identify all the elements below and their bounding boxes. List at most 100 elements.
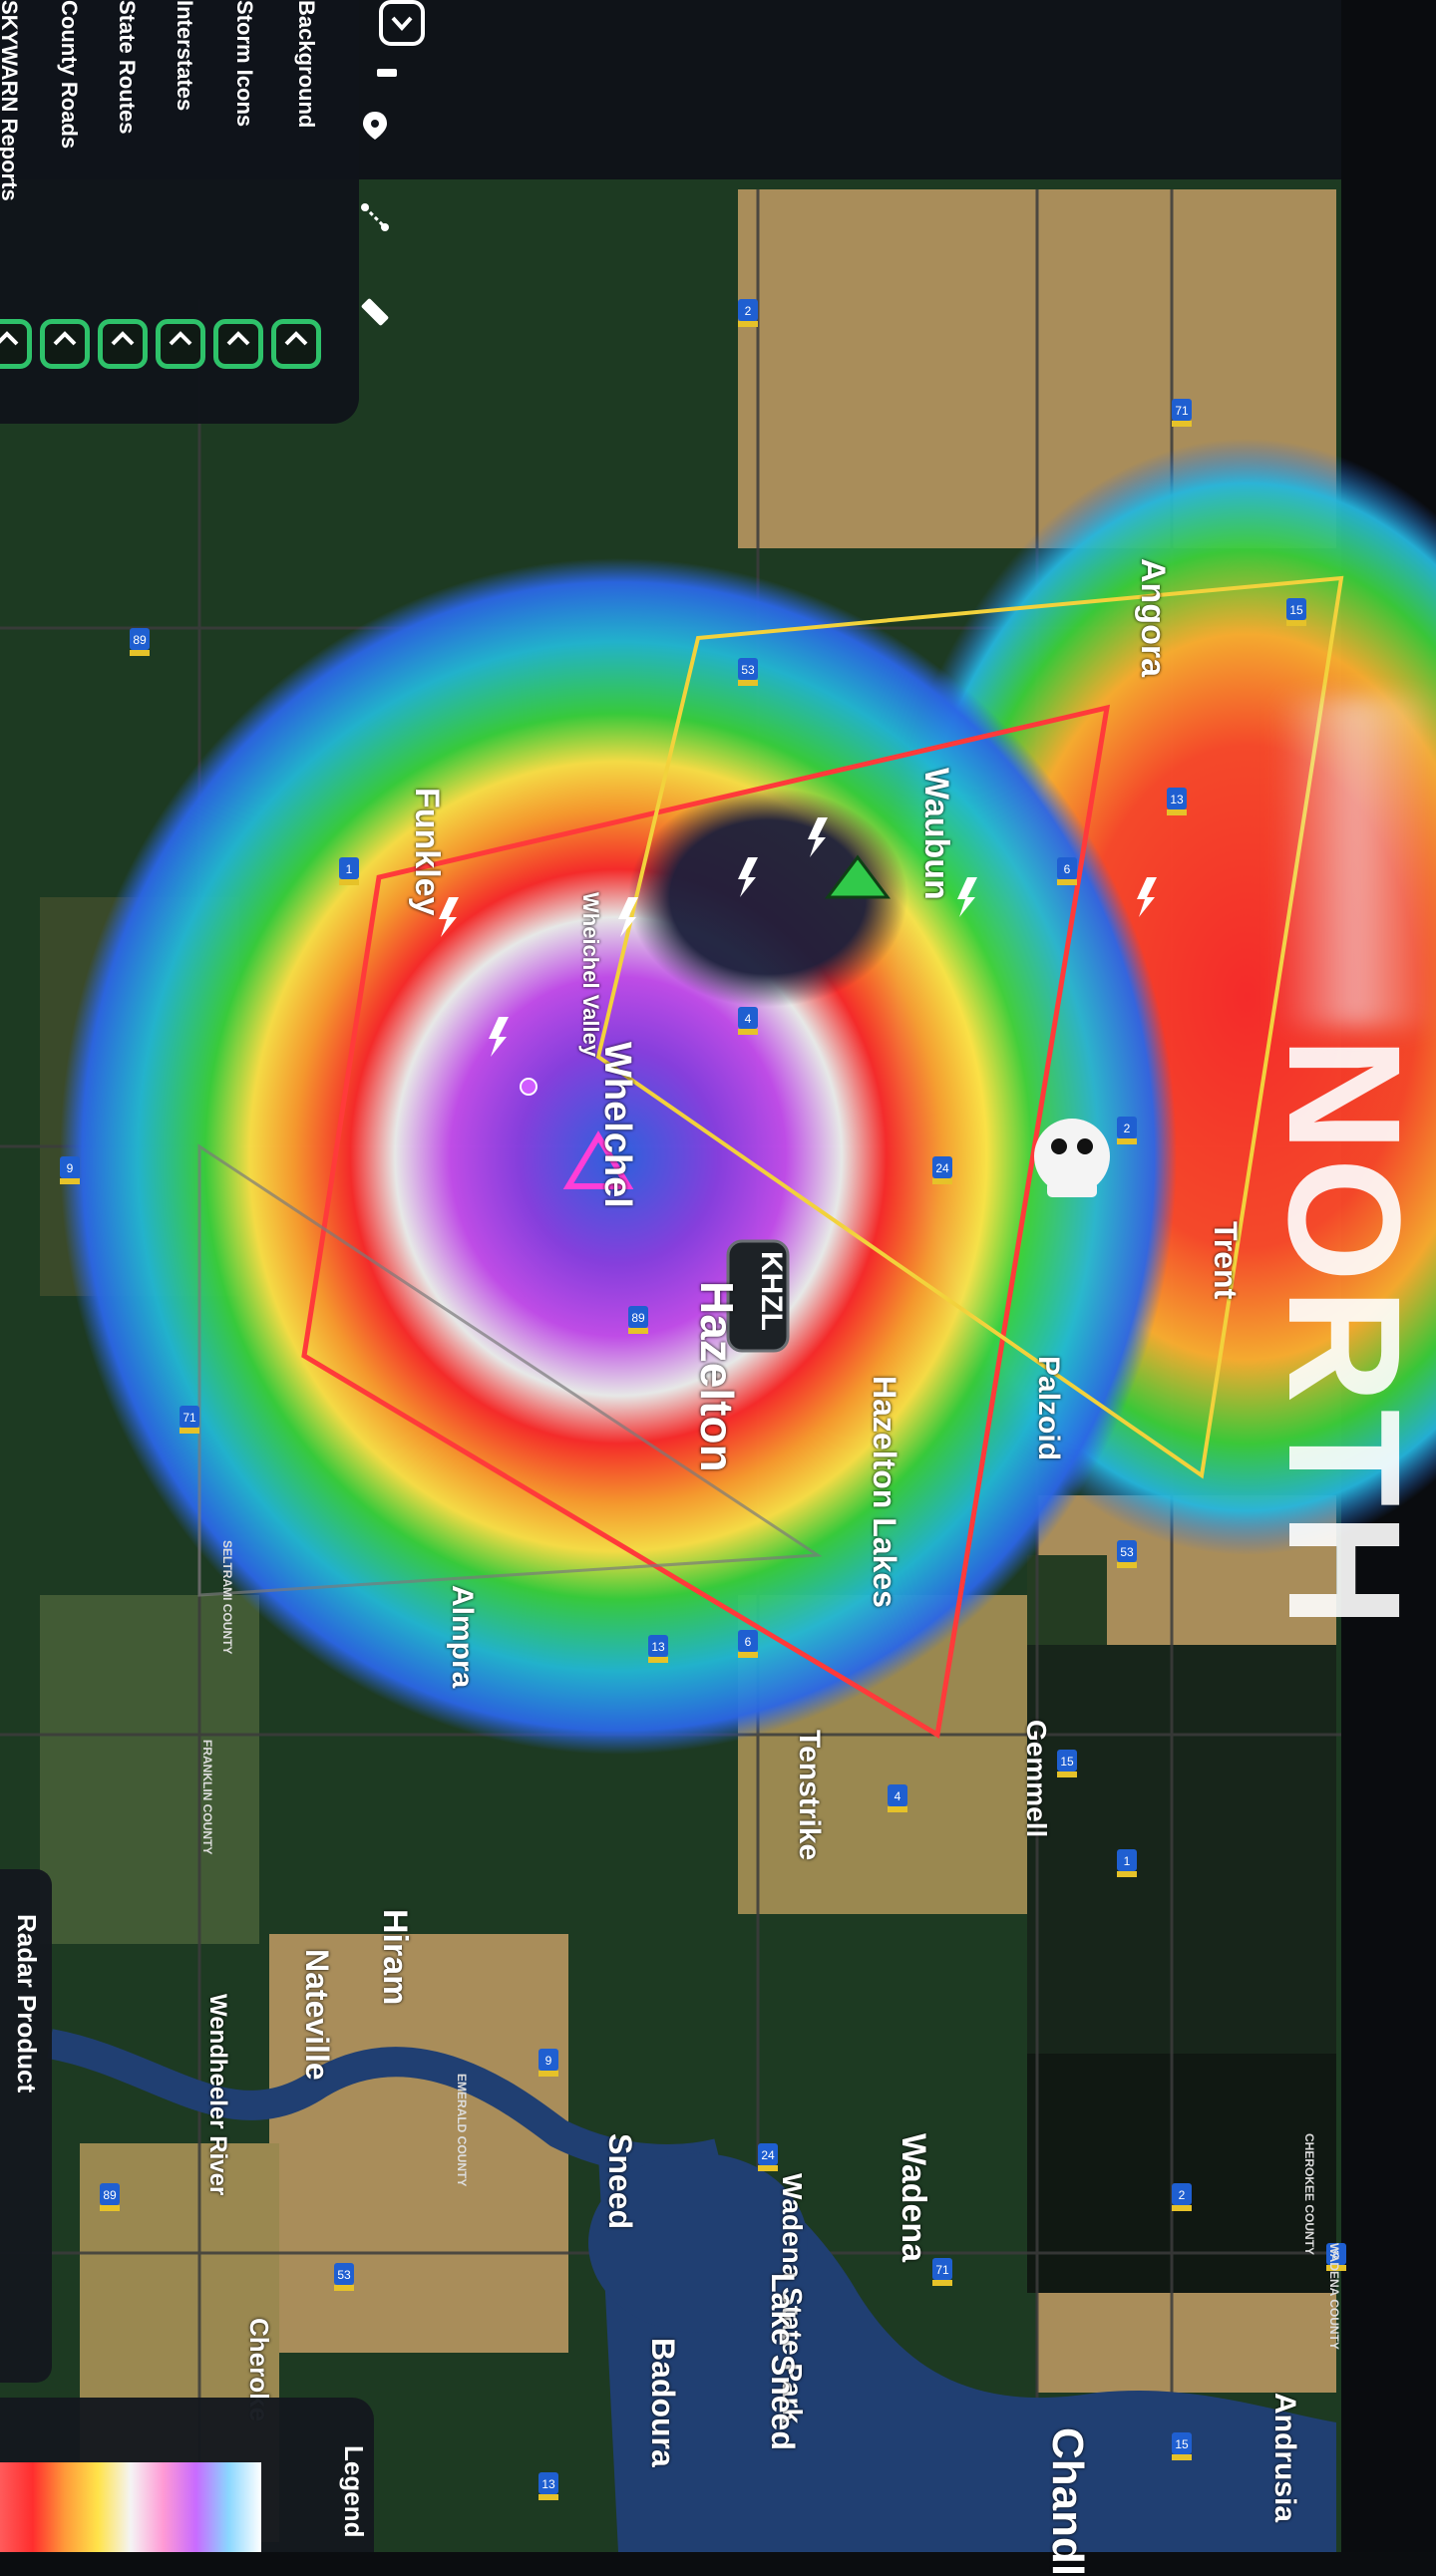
town-label: Whelchel bbox=[596, 1042, 638, 1208]
route-shield: 13 bbox=[1167, 788, 1187, 815]
legend-color-bar bbox=[0, 2462, 261, 2552]
svg-text:6: 6 bbox=[745, 1635, 752, 1649]
radar-product-panel[interactable]: Radar Product bbox=[0, 1869, 52, 2383]
route-shield: 13 bbox=[648, 1635, 668, 1663]
town-label: Tenstrike bbox=[793, 1730, 826, 1861]
svg-text:89: 89 bbox=[631, 1311, 645, 1325]
town-label: Hazelton bbox=[691, 1281, 743, 1472]
toggle-state-routes[interactable] bbox=[98, 319, 148, 369]
route-shield: 53 bbox=[738, 658, 758, 686]
collapse-chevron-icon[interactable] bbox=[379, 0, 425, 46]
svg-text:9: 9 bbox=[67, 1161, 74, 1175]
svg-text:2: 2 bbox=[1124, 1122, 1131, 1135]
radar-product-title: Radar Product bbox=[12, 1914, 42, 2093]
layer-label: County Roads bbox=[57, 0, 82, 150]
route-shield: 9 bbox=[60, 1156, 80, 1184]
route-shield: 6 bbox=[1057, 857, 1077, 885]
svg-text:53: 53 bbox=[1120, 1545, 1134, 1559]
toggle-county-roads[interactable] bbox=[40, 319, 90, 369]
svg-text:1: 1 bbox=[1124, 1854, 1131, 1868]
svg-text:89: 89 bbox=[103, 2188, 117, 2202]
route-shield: 9 bbox=[538, 2049, 558, 2077]
svg-text:71: 71 bbox=[935, 2263, 949, 2277]
svg-text:15: 15 bbox=[1289, 603, 1303, 617]
route-shield: 89 bbox=[100, 2183, 120, 2211]
route-shield: 89 bbox=[130, 628, 150, 656]
svg-text:71: 71 bbox=[182, 1411, 196, 1425]
svg-text:71: 71 bbox=[1175, 404, 1189, 418]
town-label: Wheichel Valley bbox=[578, 892, 603, 1058]
route-shield: 1 bbox=[339, 857, 359, 885]
north-overlay-text: NORTH bbox=[1256, 1037, 1434, 1634]
legend-title: Legend bbox=[339, 2445, 369, 2538]
svg-text:13: 13 bbox=[1170, 793, 1184, 806]
town-label: Lake Sneed bbox=[765, 2273, 801, 2450]
layer-label: Storm Icons bbox=[232, 0, 257, 128]
route-shield: 53 bbox=[1117, 1540, 1137, 1568]
svg-text:15: 15 bbox=[1175, 2437, 1189, 2451]
town-label: Badoura bbox=[645, 2338, 681, 2467]
town-label: Palzoid bbox=[1032, 1356, 1065, 1461]
town-label: Hiram bbox=[376, 1909, 414, 2006]
radar-site-label: KHZL bbox=[755, 1251, 788, 1331]
route-shield: 2 bbox=[738, 299, 758, 327]
svg-text:15: 15 bbox=[1060, 1755, 1074, 1769]
town-label: Almpra bbox=[446, 1585, 479, 1689]
toggle-background[interactable] bbox=[271, 319, 321, 369]
town-label: Trent bbox=[1208, 1221, 1244, 1300]
pin-icon[interactable] bbox=[357, 108, 393, 144]
layer-label: Interstates bbox=[173, 0, 197, 112]
town-label: Gemmell bbox=[1021, 1720, 1052, 1838]
town-label: Hazelton Lakes bbox=[867, 1376, 902, 1608]
svg-text:24: 24 bbox=[935, 1161, 949, 1175]
screen-glare bbox=[1276, 698, 1436, 1027]
svg-text:24: 24 bbox=[761, 2148, 775, 2162]
toggle-interstates[interactable] bbox=[156, 319, 205, 369]
radar-map-screen: 2 71 89 53 15 13 6 1 4 9 24 2 71 89 53 15 13 6 1 4 9 24 2 71 89 5… bbox=[0, 0, 1436, 2576]
svg-text:4: 4 bbox=[745, 1012, 752, 1026]
svg-text:2: 2 bbox=[1179, 2188, 1186, 2202]
svg-text:9: 9 bbox=[545, 2054, 552, 2068]
measure-icon[interactable] bbox=[357, 199, 393, 235]
svg-text:89: 89 bbox=[133, 633, 147, 647]
route-shield: 24 bbox=[932, 1156, 952, 1184]
county-label: EMERALD COUNTY bbox=[455, 2074, 469, 2187]
town-label: Angora bbox=[1134, 558, 1172, 677]
route-shield: 4 bbox=[738, 1007, 758, 1035]
route-shield: 71 bbox=[932, 2258, 952, 2286]
svg-text:13: 13 bbox=[541, 2477, 555, 2491]
svg-text:2: 2 bbox=[745, 304, 752, 318]
county-label: FRANKLIN COUNTY bbox=[200, 1740, 214, 1855]
county-label: SELTRAMI COUNTY bbox=[220, 1540, 234, 1655]
route-shield: 15 bbox=[1057, 1750, 1077, 1777]
layers-panel: Background Storm Icons Interstates State Ro… bbox=[0, 0, 425, 424]
layer-label: Background bbox=[294, 0, 319, 129]
route-shield: 2 bbox=[1172, 2183, 1192, 2211]
toggle-skywarn-reports[interactable] bbox=[0, 319, 32, 369]
town-label: Andrusia bbox=[1268, 2393, 1301, 2523]
svg-text:4: 4 bbox=[895, 1789, 901, 1803]
route-shield: 71 bbox=[1172, 399, 1192, 427]
svg-text:1: 1 bbox=[346, 862, 353, 876]
town-label: Chandl bbox=[1043, 2427, 1092, 2576]
route-shield: 89 bbox=[628, 1306, 648, 1334]
town-label: Nateville bbox=[299, 1949, 335, 2081]
svg-text:53: 53 bbox=[741, 663, 755, 677]
town-label: Waubun bbox=[917, 768, 955, 900]
route-shield: 1 bbox=[1117, 1849, 1137, 1877]
svg-text:6: 6 bbox=[1064, 862, 1071, 876]
town-label: Funkley bbox=[408, 788, 446, 916]
route-shield: 13 bbox=[538, 2472, 558, 2500]
svg-text:53: 53 bbox=[337, 2268, 351, 2282]
route-shield: 15 bbox=[1172, 2432, 1192, 2460]
county-label: WADENA COUNTY bbox=[1327, 2243, 1341, 2350]
route-shield: 24 bbox=[758, 2143, 778, 2171]
ruler-icon[interactable] bbox=[357, 294, 393, 330]
route-shield: 2 bbox=[1117, 1117, 1137, 1144]
route-shield: 71 bbox=[180, 1406, 199, 1434]
toggle-storm-icons[interactable] bbox=[213, 319, 263, 369]
route-shield: 15 bbox=[1286, 598, 1306, 626]
route-shield: 6 bbox=[738, 1630, 758, 1658]
hide-icon[interactable] bbox=[369, 55, 405, 91]
route-shield: 53 bbox=[334, 2263, 354, 2291]
